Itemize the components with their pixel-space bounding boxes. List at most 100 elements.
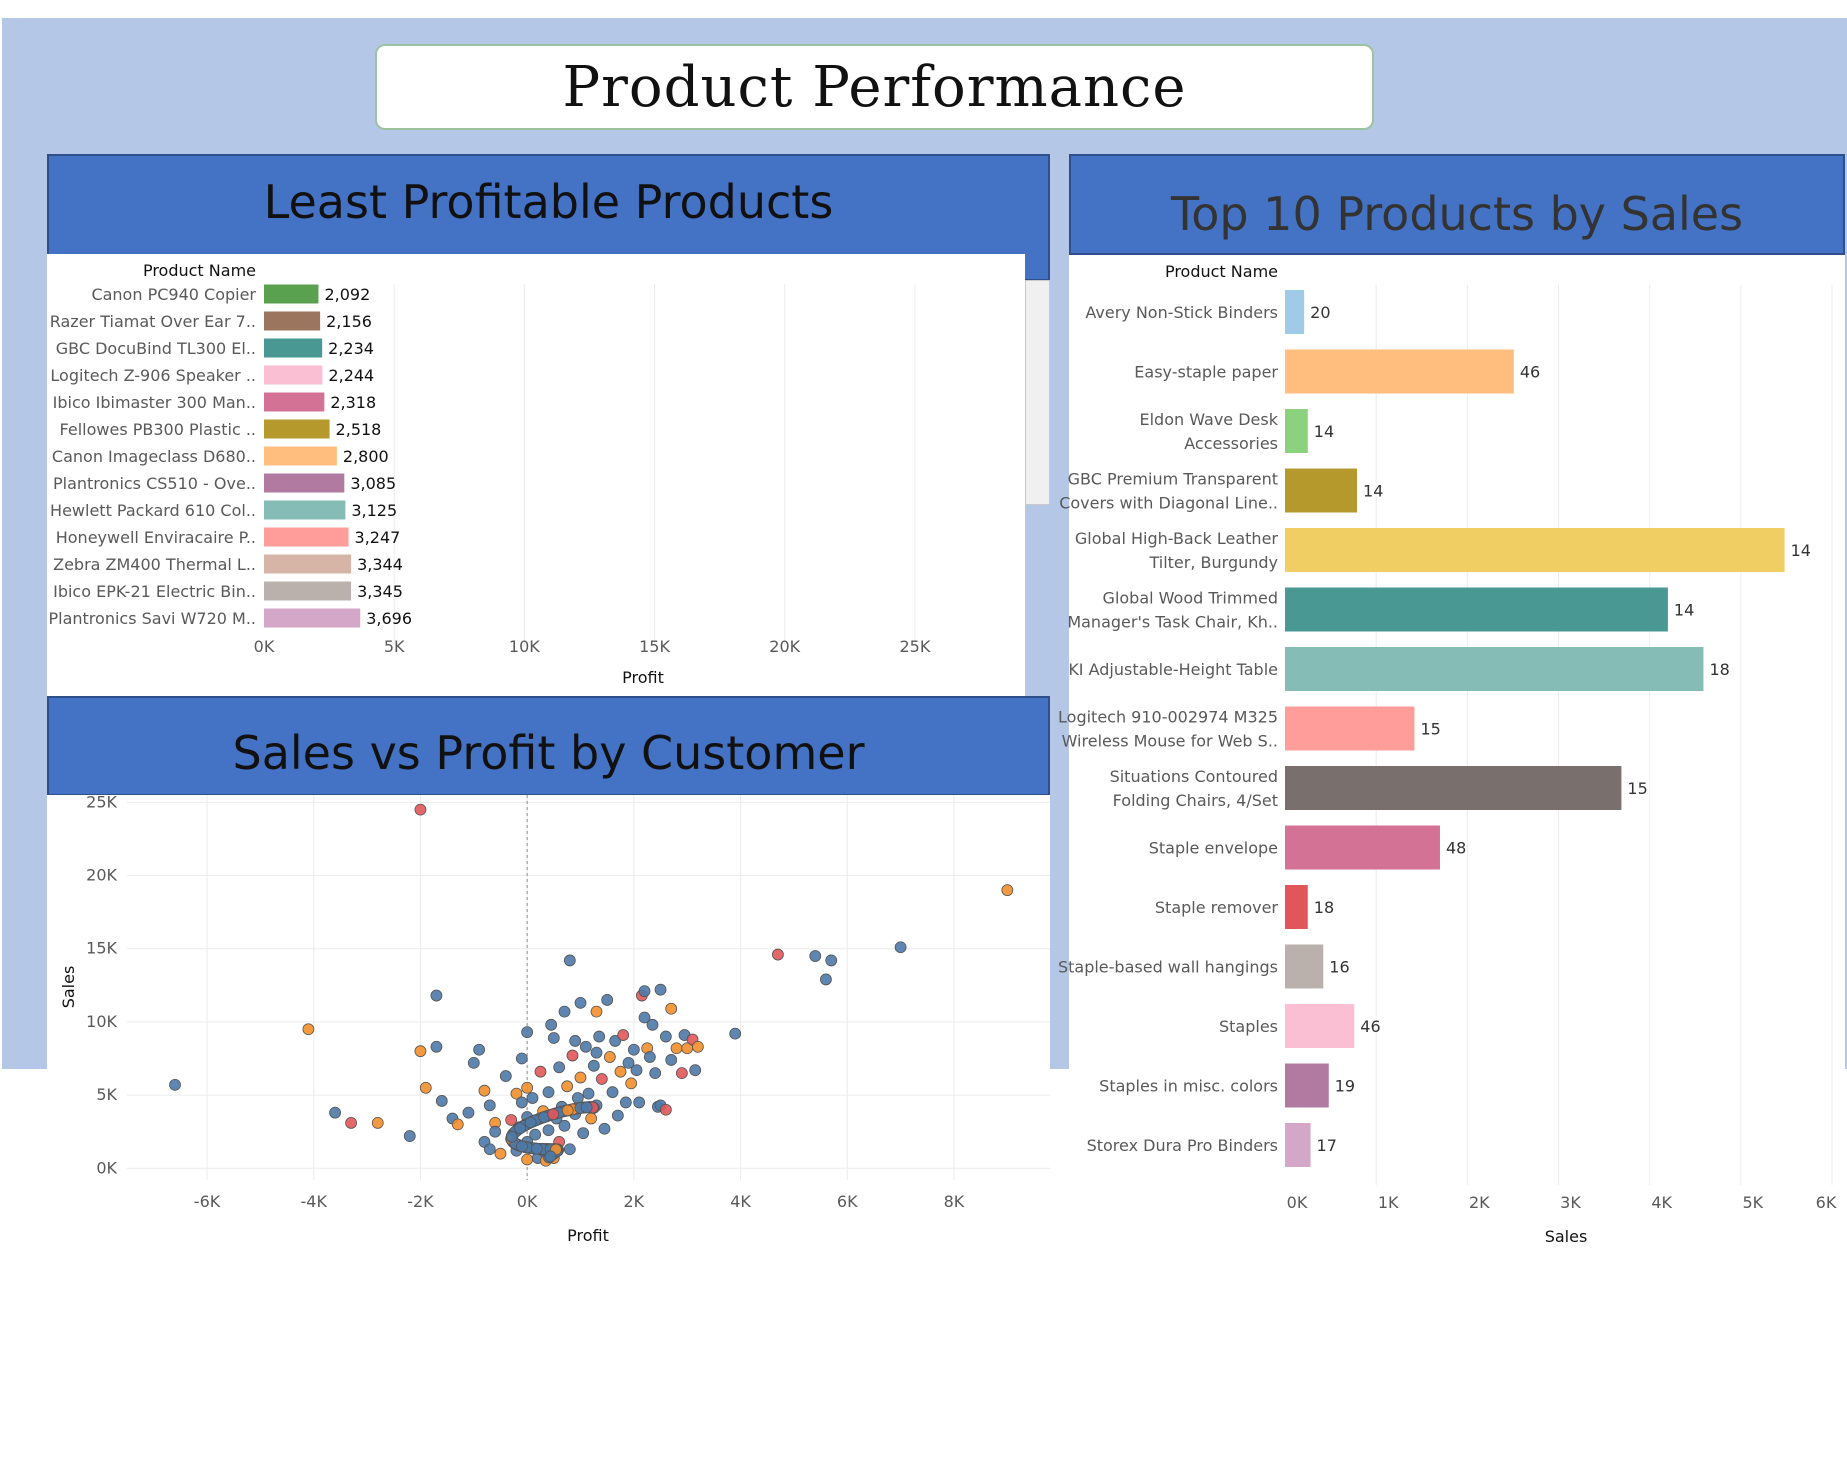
bar xyxy=(1285,528,1785,572)
data-point xyxy=(494,1147,507,1160)
bar xyxy=(264,500,346,520)
x-tick-label: -4K xyxy=(301,1192,328,1211)
x-tick-label: -2K xyxy=(407,1192,434,1211)
bar xyxy=(1285,1063,1329,1108)
bar-value-label: 3,345 xyxy=(357,582,403,601)
category-label: Logitech 910-002974 M325 xyxy=(1058,708,1278,727)
data-point xyxy=(630,1064,643,1077)
category-label: Avery Non-Stick Binders xyxy=(1085,303,1278,322)
x-tick-label: 6K xyxy=(1816,1193,1837,1212)
data-point xyxy=(521,1153,534,1166)
bar-value-label: 15 xyxy=(1420,720,1440,739)
data-point xyxy=(547,1108,560,1121)
data-point xyxy=(430,989,443,1002)
category-label: Storex Dura Pro Binders xyxy=(1087,1136,1278,1155)
top10-title: Top 10 Products by Sales xyxy=(1170,187,1744,241)
data-point xyxy=(593,1030,606,1043)
data-point xyxy=(561,1104,574,1117)
y-tick-label: 10K xyxy=(86,1012,117,1031)
bar-value-label: 2,156 xyxy=(326,312,372,331)
category-label: Tilter, Burgundy xyxy=(1148,553,1278,572)
y-tick-label: 20K xyxy=(86,866,117,885)
data-point xyxy=(579,1040,592,1053)
scatter-header: Sales vs Profit by Customer xyxy=(47,696,1050,796)
data-point xyxy=(542,1124,555,1137)
category-label: Situations Contoured xyxy=(1110,767,1278,786)
x-tick-label: -6K xyxy=(194,1192,221,1211)
x-tick-label: 0K xyxy=(1287,1193,1308,1212)
data-point xyxy=(505,1130,518,1143)
category-label: Canon PC940 Copier xyxy=(91,285,256,304)
data-point xyxy=(545,1018,558,1031)
data-point xyxy=(894,941,907,954)
data-point xyxy=(462,1106,475,1119)
bar-value-label: 2,318 xyxy=(330,393,376,412)
data-point xyxy=(577,1127,590,1140)
bar-value-label: 48 xyxy=(1446,839,1466,858)
bar xyxy=(264,581,352,601)
category-label: Manager's Task Chair, Kh.. xyxy=(1067,613,1278,632)
bar-value-label: 46 xyxy=(1360,1017,1380,1036)
bar xyxy=(1285,409,1308,453)
category-label: Easy-staple paper xyxy=(1134,363,1278,382)
data-point xyxy=(649,1067,662,1080)
bar xyxy=(264,473,345,493)
x-tick-label: 1K xyxy=(1378,1193,1399,1212)
data-point xyxy=(521,1026,534,1039)
bar xyxy=(1285,825,1440,870)
x-axis-label: Profit xyxy=(567,1226,609,1245)
x-tick-label: 0K xyxy=(254,637,275,656)
category-label: Honeywell Enviracaire P.. xyxy=(56,528,256,547)
data-point xyxy=(483,1099,496,1112)
x-tick-label: 8K xyxy=(944,1192,965,1211)
x-tick-label: 5K xyxy=(1742,1193,1763,1212)
data-point xyxy=(345,1117,357,1129)
data-point xyxy=(772,948,784,961)
data-point xyxy=(524,1116,537,1129)
category-label: Staple remover xyxy=(1155,898,1279,917)
top10-header: Top 10 Products by Sales xyxy=(1069,154,1845,255)
data-point xyxy=(563,1143,576,1156)
bar-value-label: 2,244 xyxy=(328,366,374,385)
data-point xyxy=(329,1106,341,1119)
bar xyxy=(264,284,319,304)
data-point xyxy=(569,1035,582,1047)
data-point xyxy=(419,1081,432,1094)
data-point xyxy=(558,1119,571,1132)
data-point xyxy=(665,1002,678,1015)
x-tick-label: 2K xyxy=(1469,1193,1490,1212)
row-header-label: Product Name xyxy=(143,261,256,280)
bar xyxy=(1285,706,1415,751)
data-point xyxy=(451,1118,464,1131)
data-point xyxy=(534,1065,547,1078)
x-tick-label: 25K xyxy=(899,637,930,656)
y-tick-label: 0K xyxy=(96,1158,117,1177)
scrollbar-track[interactable] xyxy=(1025,280,1050,505)
bar-value-label: 18 xyxy=(1709,660,1729,679)
data-point xyxy=(515,1096,528,1109)
data-point xyxy=(611,1109,624,1122)
category-label: Zebra ZM400 Thermal L.. xyxy=(53,555,256,574)
bar-value-label: 17 xyxy=(1317,1136,1337,1155)
data-point xyxy=(643,1051,656,1063)
data-point xyxy=(526,1092,539,1104)
bar xyxy=(264,446,337,466)
data-point xyxy=(553,1061,566,1074)
data-point xyxy=(414,1045,427,1058)
data-point xyxy=(603,1051,616,1063)
data-point xyxy=(430,1040,443,1053)
data-point xyxy=(544,1150,557,1163)
category-label: Global Wood Trimmed xyxy=(1103,589,1278,608)
data-point xyxy=(580,1101,593,1114)
data-point xyxy=(654,983,667,996)
bar-value-label: 15 xyxy=(1627,779,1647,798)
data-point xyxy=(675,1067,688,1080)
scatter-chart: 0K 5K 10K 15K 20K 25K -6K -4K -2K 0K 2K 4K 6K 8K Profi… xyxy=(59,792,1050,1245)
bar-value-label: 16 xyxy=(1329,958,1349,977)
data-point xyxy=(825,954,838,967)
category-label: Ibico EPK-21 Electric Bin.. xyxy=(53,582,256,601)
data-point xyxy=(473,1043,486,1056)
bar-value-label: 2,800 xyxy=(343,447,389,466)
category-label: Fellowes PB300 Plastic .. xyxy=(60,420,256,439)
category-label: Global High-Back Leather xyxy=(1075,529,1279,548)
